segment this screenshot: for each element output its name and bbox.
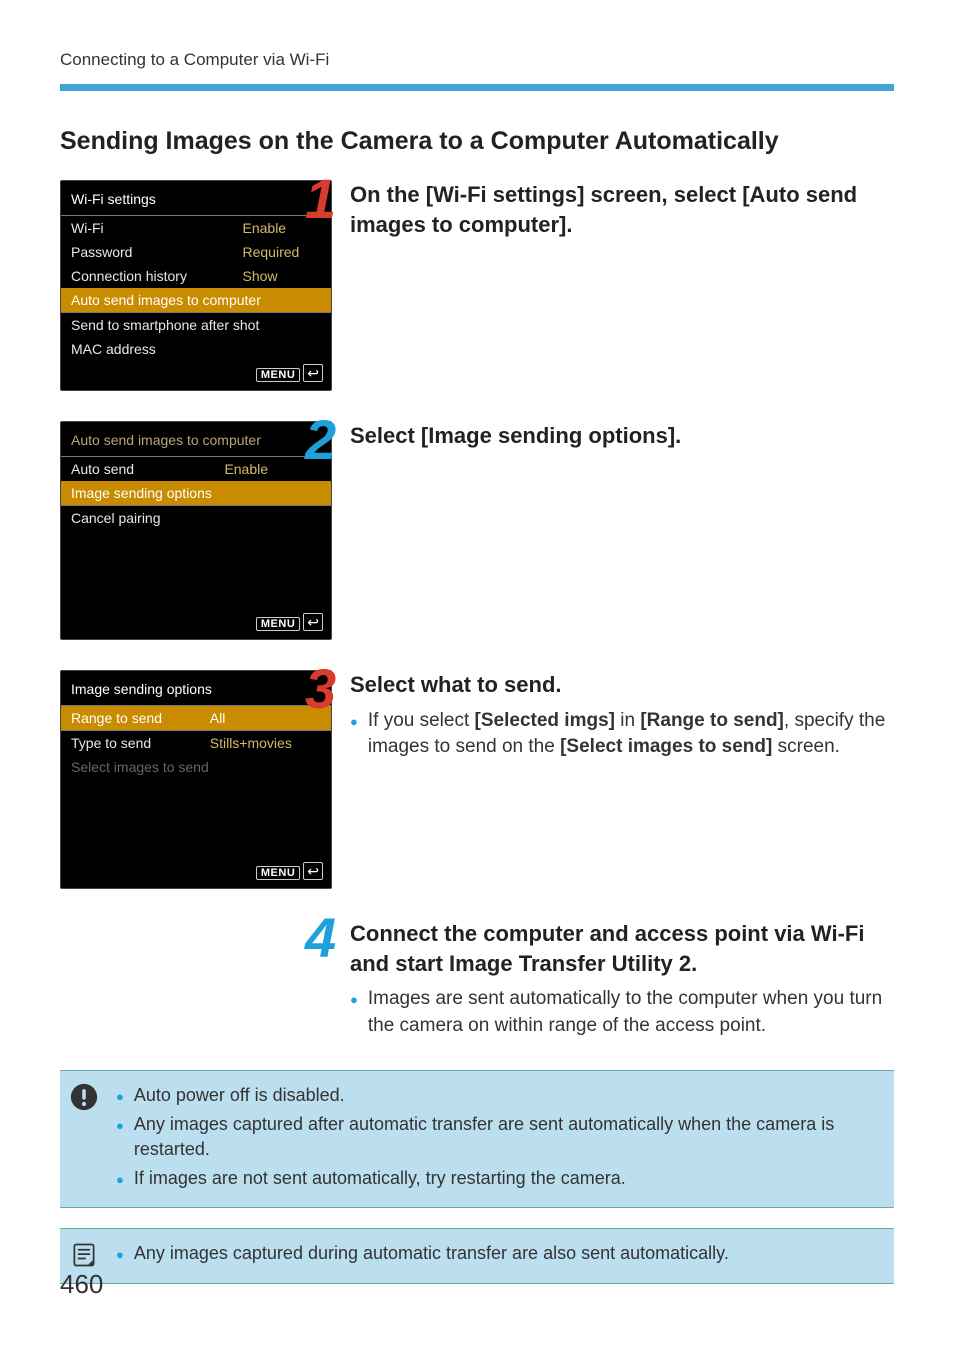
step-number-2: 2 <box>305 407 333 472</box>
step-number-3: 3 <box>305 656 333 721</box>
running-head: Connecting to a Computer via Wi-Fi <box>60 50 894 84</box>
menu-badge: MENU <box>256 617 300 631</box>
lcd2-row-cancel: Cancel pairing <box>61 506 331 531</box>
lcd3-title: Image sending options <box>61 671 331 705</box>
lcd2-row-options: Image sending options <box>61 481 331 506</box>
warn-bullet-3: If images are not sent automatically, tr… <box>116 1166 880 1191</box>
step-3-head: Select what to send. <box>350 670 894 700</box>
back-icon: ↩ <box>303 613 323 631</box>
step-3-bullet: If you select [Selected imgs] in [Range … <box>350 708 894 761</box>
step-3-row: Image sending options Range to sendAll T… <box>60 670 894 889</box>
back-icon: ↩ <box>303 364 323 382</box>
warn-bullet-1: Auto power off is disabled. <box>116 1083 880 1108</box>
warning-icon <box>70 1083 98 1111</box>
lcd1-footer: MENU↩ <box>61 361 331 390</box>
lcd3-row-select: Select images to send <box>61 755 331 779</box>
lcd1-row-autosend: Auto send images to computer <box>61 288 331 313</box>
lcd1-row-wifi: Wi-FiEnable <box>61 216 331 241</box>
step-4-head: Connect the computer and access point vi… <box>350 919 894 978</box>
header-rule <box>60 84 894 91</box>
lcd-image-options: Image sending options Range to sendAll T… <box>60 670 332 889</box>
step-4-row: 4 Connect the computer and access point … <box>60 919 894 1040</box>
lcd2-title: Auto send images to computer <box>61 422 331 456</box>
step-4-bullet: Images are sent automatically to the com… <box>350 986 894 1039</box>
step-2-row: Auto send images to computer Auto sendEn… <box>60 421 894 640</box>
lcd3-row-range: Range to sendAll <box>61 706 331 731</box>
lcd3-row-type: Type to sendStills+movies <box>61 731 331 756</box>
lcd2-footer: MENU↩ <box>61 610 331 639</box>
lcd1-row-password: PasswordRequired <box>61 240 331 264</box>
lcd1-row-mac: MAC address <box>61 337 331 361</box>
note-bullet-1: Any images captured during automatic tra… <box>116 1241 880 1266</box>
menu-badge: MENU <box>256 368 300 382</box>
page-number: 460 <box>60 1269 103 1300</box>
note-icon <box>70 1241 98 1269</box>
lcd1-row-smartphone: Send to smartphone after shot <box>61 313 331 338</box>
step-2-head: Select [Image sending options]. <box>350 421 894 451</box>
lcd-auto-send: Auto send images to computer Auto sendEn… <box>60 421 332 640</box>
section-title: Sending Images on the Camera to a Comput… <box>60 127 894 156</box>
lcd3-footer: MENU↩ <box>61 859 331 888</box>
lcd1-row-history: Connection historyShow <box>61 264 331 288</box>
note-box: Any images captured during automatic tra… <box>60 1228 894 1283</box>
step-number-4: 4 <box>305 905 333 970</box>
step-1-head: On the [Wi-Fi settings] screen, select [… <box>350 180 894 239</box>
step-number-1: 1 <box>305 166 333 231</box>
lcd1-title: Wi-Fi settings <box>61 181 331 215</box>
menu-badge: MENU <box>256 866 300 880</box>
step-1-row: Wi-Fi settings Wi-FiEnable PasswordRequi… <box>60 180 894 391</box>
warning-box: Auto power off is disabled. Any images c… <box>60 1070 894 1209</box>
lcd-wifi-settings: Wi-Fi settings Wi-FiEnable PasswordRequi… <box>60 180 332 391</box>
lcd2-row-autosend: Auto sendEnable <box>61 457 331 482</box>
back-icon: ↩ <box>303 862 323 880</box>
warn-bullet-2: Any images captured after automatic tran… <box>116 1112 880 1162</box>
